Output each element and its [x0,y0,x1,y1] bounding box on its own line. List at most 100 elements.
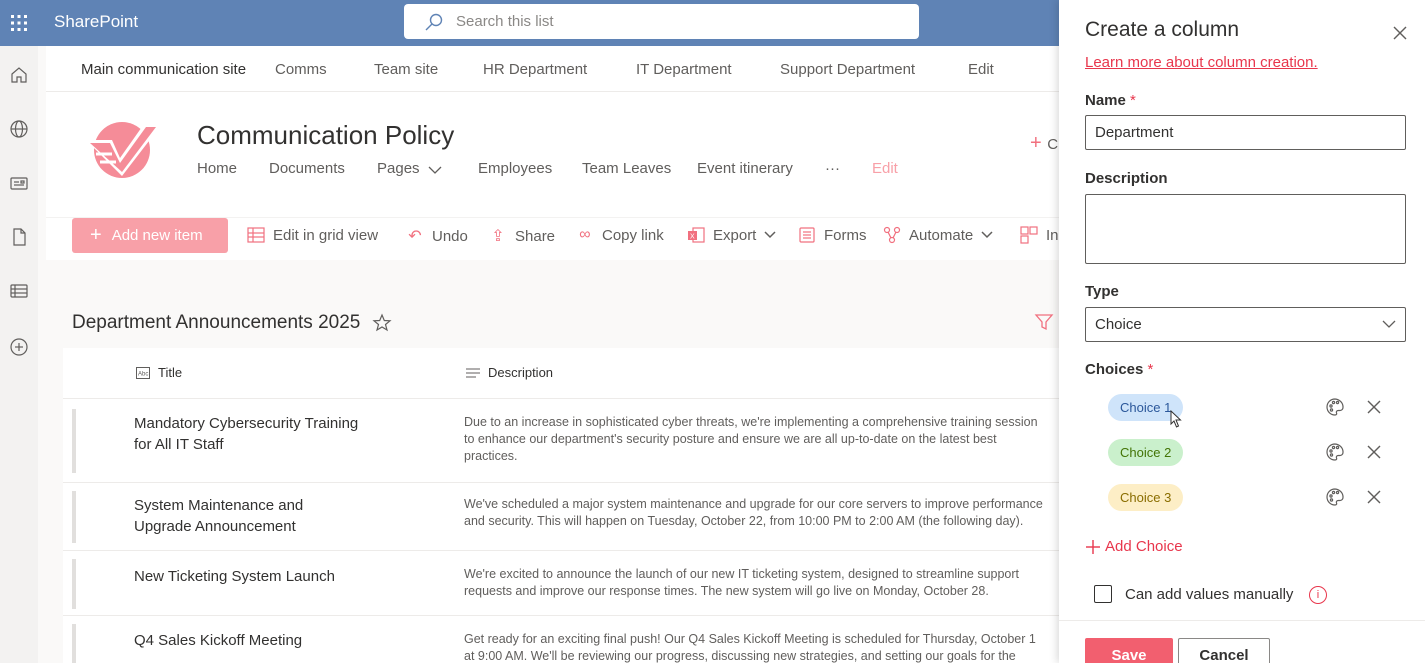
brand-label[interactable]: SharePoint [54,12,138,32]
chevron-down-icon [1382,320,1396,328]
name-field[interactable] [1085,115,1406,150]
plus-icon [1086,539,1100,554]
hub-nav-comms[interactable]: Comms [275,61,327,78]
svg-text:Abc: Abc [138,371,148,377]
forms-button[interactable]: Forms [798,226,867,244]
close-icon[interactable] [1389,22,1411,44]
hub-nav-it[interactable]: IT Department [636,61,732,78]
palette-icon[interactable] [1324,486,1346,508]
name-label: Name * [1085,92,1136,109]
add-icon[interactable] [8,336,30,358]
table-row[interactable]: Q4 Sales Kickoff Meeting Get ready for a… [63,615,1059,663]
hub-nav-support[interactable]: Support Department [780,61,915,78]
new-button[interactable]: + C [1030,132,1058,155]
undo-icon: ↶ [408,228,422,245]
choices-label-text: Choices [1085,361,1144,378]
manual-values-label[interactable]: Can add values manually [1125,586,1293,603]
row-selector[interactable] [72,559,76,609]
add-new-item-button[interactable]: + Add new item [72,218,228,253]
site-nav-pages[interactable]: Pages [377,160,420,177]
app-bar [0,46,38,663]
site-nav-edit[interactable]: Edit [872,160,898,177]
panel-footer: Save Cancel [1059,620,1425,663]
add-new-item-label: Add new item [111,227,203,244]
integrate-label: In [1046,226,1059,244]
site-logo[interactable] [82,118,164,185]
integrate-button[interactable]: In [1020,226,1059,244]
automate-button[interactable]: Automate [883,226,993,244]
edit-grid-view-label: Edit in grid view [273,226,379,244]
row-description-line: Get ready for an exciting final push! Ou… [464,632,1036,646]
row-description-line: and security. This will happen on Tuesda… [464,514,1024,528]
remove-choice-icon[interactable] [1363,396,1385,418]
add-choice-button[interactable]: Add Choice [1085,538,1183,555]
remove-choice-icon[interactable] [1363,441,1385,463]
export-button[interactable]: X Export [687,226,776,244]
hub-nav-edit[interactable]: Edit [968,61,994,78]
info-icon[interactable]: i [1309,586,1327,604]
news-icon[interactable] [8,172,30,194]
home-icon[interactable] [8,64,30,86]
name-label-text: Name [1085,92,1126,109]
table-row[interactable]: New Ticketing System Launch We're excite… [63,550,1059,615]
plus-icon: + [90,224,102,246]
site-nav-event-itinerary[interactable]: Event itinerary [697,160,793,177]
table-row[interactable]: Mandatory Cybersecurity Training for All… [63,398,1059,482]
site-nav-employees[interactable]: Employees [478,160,552,177]
search-box[interactable] [404,4,919,39]
list-grid: Abc Title Description Mandatory Cybersec… [63,348,1059,663]
site-nav-documents[interactable]: Documents [269,160,345,177]
share-button[interactable]: ⇪ Share [489,226,555,246]
edit-grid-view-button[interactable]: Edit in grid view [247,226,378,244]
palette-icon[interactable] [1324,441,1346,463]
globe-icon[interactable] [8,118,30,140]
copy-link-button[interactable]: ∞ Copy link [576,226,664,244]
hub-nav-main-site[interactable]: Main communication site [81,61,246,78]
learn-more-link[interactable]: Learn more about column creation. [1085,54,1318,71]
row-selector[interactable] [72,624,76,663]
undo-button[interactable]: ↶ Undo [406,226,468,246]
row-title[interactable]: Q4 Sales Kickoff Meeting [134,630,364,651]
search-input[interactable] [456,4,896,39]
row-title[interactable]: New Ticketing System Launch [134,566,394,587]
table-row[interactable]: System Maintenance and Upgrade Announcem… [63,482,1059,550]
excel-icon: X [688,227,705,243]
column-header-title[interactable]: Abc Title [136,365,182,380]
column-header-title-label: Title [158,365,183,380]
row-description-line: to enhance our department's security pos… [464,432,997,446]
filter-icon[interactable] [1034,312,1054,332]
remove-choice-icon[interactable] [1363,486,1385,508]
palette-icon[interactable] [1324,396,1346,418]
star-icon[interactable] [372,313,392,333]
row-selector[interactable] [72,491,76,543]
type-dropdown[interactable]: Choice [1085,307,1406,342]
choice-pill-2[interactable]: Choice 2 [1108,439,1184,466]
chevron-down-icon [764,231,776,239]
row-title[interactable]: Mandatory Cybersecurity Training for All… [134,413,364,455]
description-field[interactable] [1085,194,1406,264]
row-selector[interactable] [72,409,76,473]
hub-nav-team-site[interactable]: Team site [374,61,438,78]
site-title[interactable]: Communication Policy [197,120,454,151]
copy-link-label: Copy link [602,226,664,244]
manual-values-checkbox[interactable] [1094,585,1112,603]
hub-nav-hr[interactable]: HR Department [483,61,587,78]
save-button[interactable]: Save [1085,638,1173,663]
site-nav-team-leaves[interactable]: Team Leaves [582,160,671,177]
list-title-text[interactable]: Department Announcements 2025 [72,312,360,334]
create-column-panel: Create a column Learn more about column … [1059,0,1425,663]
chevron-down-icon[interactable] [428,165,442,175]
site-nav-home[interactable]: Home [197,160,237,177]
site-nav-more[interactable]: ··· [825,160,840,177]
column-header-description[interactable]: Description [466,365,553,380]
svg-text:X: X [690,234,695,241]
choice-pill-3[interactable]: Choice 3 [1108,484,1184,511]
app-launcher-icon[interactable] [0,0,38,46]
row-description-line: We've scheduled a major system maintenan… [464,497,1043,511]
document-icon[interactable] [8,226,30,248]
required-mark: * [1130,92,1136,109]
cancel-button[interactable]: Cancel [1178,638,1270,663]
grid-icon [247,227,265,243]
row-title[interactable]: System Maintenance and Upgrade Announcem… [134,495,364,537]
list-icon[interactable] [8,280,30,302]
